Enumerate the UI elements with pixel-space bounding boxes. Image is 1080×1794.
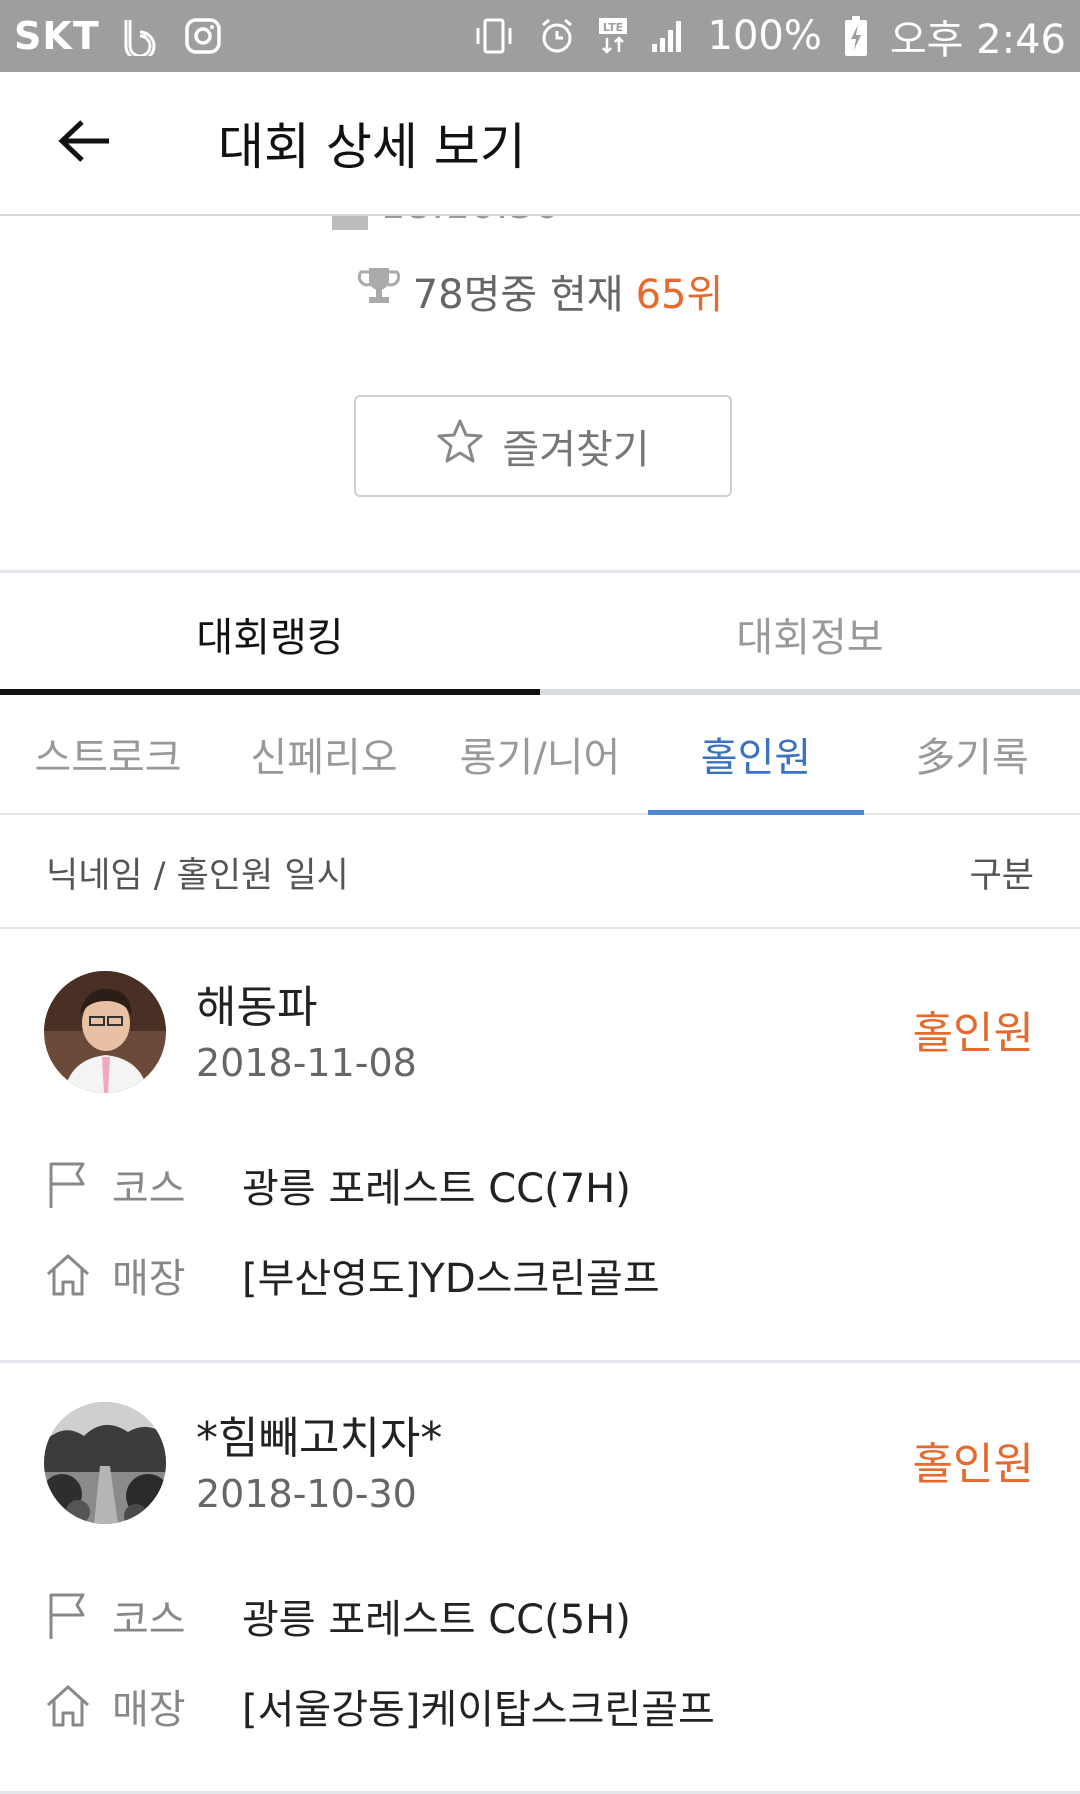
category-badge: 홀인원 <box>912 1008 1034 1059</box>
tab-multi-records[interactable]: 多기록 <box>864 695 1080 813</box>
rank-prefix: 78명중 현재 <box>412 272 624 318</box>
tab-longest-nearest[interactable]: 롱기/니어 <box>432 695 648 813</box>
favorite-button[interactable]: 즐겨찾기 <box>354 395 732 497</box>
time-range-clipped: 18:10:30 - 18:11:25 <box>330 216 750 230</box>
carrier-label: SKT <box>14 14 100 58</box>
category-badge: 홀인원 <box>912 1439 1034 1490</box>
course-row: 코스 광릉 포레스트 CC(5H) <box>44 1586 631 1646</box>
list-item[interactable]: *힘빼고치자* 2018-10-30 홀인원 코스 광릉 포레스트 CC(5H)… <box>0 1362 1080 1794</box>
header-category: 구분 <box>969 855 1034 896</box>
course-row: 코스 광릉 포레스트 CC(7H) <box>44 1155 631 1215</box>
clock-icon <box>330 216 370 230</box>
store-label: 매장 <box>112 1687 186 1733</box>
instagram-icon <box>184 17 222 55</box>
lte-icon: LTE <box>598 16 628 56</box>
trophy-icon <box>357 264 401 318</box>
store-label: 매장 <box>112 1256 186 1302</box>
home-icon <box>44 1249 92 1301</box>
tab-label: 대회랭킹 <box>196 615 344 661</box>
signal-icon <box>650 18 686 54</box>
vibrate-icon <box>472 16 516 56</box>
flag-icon <box>44 1159 92 1211</box>
battery-percent: 100% <box>707 13 822 59</box>
star-icon <box>436 418 484 474</box>
hole-in-one-date: 2018-10-30 <box>196 1472 417 1516</box>
alarm-icon <box>538 17 576 55</box>
course-value: 광릉 포레스트 CC(5H) <box>242 1597 631 1643</box>
avatar <box>44 1402 166 1524</box>
favorite-label: 즐겨찾기 <box>502 427 650 473</box>
avatar <box>44 971 166 1093</box>
course-label: 코스 <box>112 1166 186 1212</box>
tab-label: 대회정보 <box>736 615 884 661</box>
page-title: 대회 상세 보기 <box>218 118 526 176</box>
app-bar: 대회 상세 보기 <box>0 72 1080 216</box>
status-bar: SKT LTE 100% 오후 2:46 <box>0 0 1080 72</box>
store-row: 매장 [부산영도]YD스크린골프 <box>44 1245 660 1305</box>
rank-value: 65위 <box>635 272 724 318</box>
clock: 오후 2:46 <box>889 17 1066 63</box>
nickname: *힘빼고치자* <box>196 1413 443 1464</box>
header-nickname-date: 닉네임 / 홀인원 일시 <box>46 855 349 896</box>
svg-text:LTE: LTE <box>602 21 622 34</box>
flag-icon <box>44 1590 92 1642</box>
list-item[interactable]: 해동파 2018-11-08 홀인원 코스 광릉 포레스트 CC(7H) 매장 … <box>0 931 1080 1363</box>
store-row: 매장 [서울강동]케이탑스크린골프 <box>44 1676 715 1736</box>
store-value: [부산영도]YD스크린골프 <box>242 1256 660 1302</box>
time-range: 18:10:30 - 18:11:25 <box>380 216 750 230</box>
sub-tabs: 스트로크 신페리오 롱기/니어 홀인원 多기록 <box>0 695 1080 815</box>
main-tabs: 대회랭킹 대회정보 <box>0 573 1080 695</box>
nickname: 해동파 <box>196 982 318 1033</box>
rank-summary: 78명중 현재 65위 <box>0 262 1080 320</box>
tab-competition-info[interactable]: 대회정보 <box>540 573 1080 695</box>
hole-in-one-date: 2018-11-08 <box>196 1041 417 1085</box>
tab-stroke[interactable]: 스트로크 <box>0 695 216 813</box>
battery-charging-icon <box>844 15 868 57</box>
b-app-icon <box>122 16 162 56</box>
tab-competition-ranking[interactable]: 대회랭킹 <box>0 573 540 695</box>
tab-hole-in-one[interactable]: 홀인원 <box>648 695 864 815</box>
tab-new-perio[interactable]: 신페리오 <box>216 695 432 813</box>
list-header: 닉네임 / 홀인원 일시 구분 <box>0 817 1080 929</box>
course-value: 광릉 포레스트 CC(7H) <box>242 1166 631 1212</box>
store-value: [서울강동]케이탑스크린골프 <box>242 1687 715 1733</box>
home-icon <box>44 1680 92 1732</box>
course-label: 코스 <box>112 1597 186 1643</box>
arrow-left-icon <box>58 119 112 167</box>
back-button[interactable] <box>0 71 170 215</box>
